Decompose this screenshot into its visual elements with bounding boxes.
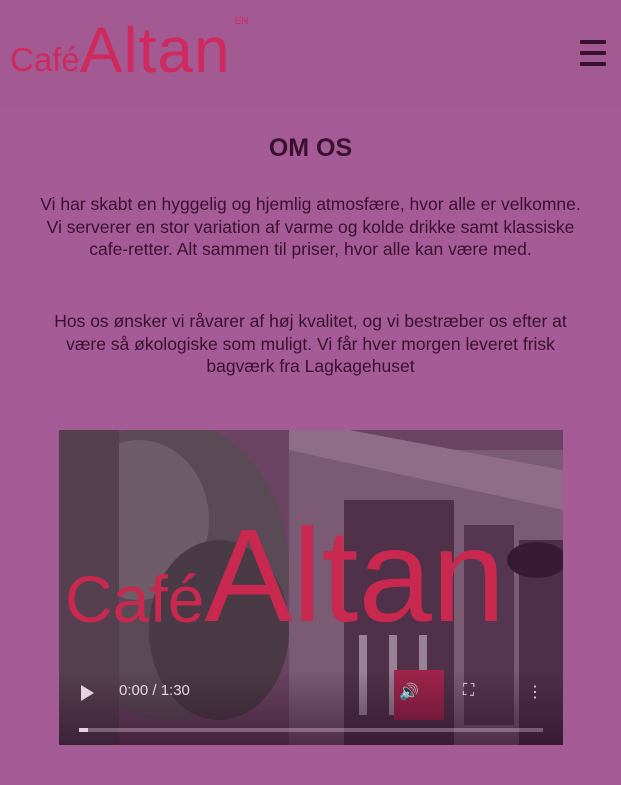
video-logo-name: Altan (204, 502, 506, 649)
hamburger-menu-icon[interactable] (580, 40, 606, 66)
more-options-icon[interactable]: ⋮ (527, 682, 543, 702)
cafe-altan-logo[interactable]: Café Altan EN (10, 12, 249, 82)
video-controls: 0:00 / 1:30 🔊 ⛶ ⋮ (59, 670, 563, 745)
video-progress-fill (79, 728, 89, 732)
video-progress-bar[interactable] (79, 728, 543, 732)
video-logo-overlay: Café Altan (65, 510, 505, 642)
video-time: 0:00 / 1:30 (119, 682, 190, 699)
menu-bar (580, 40, 606, 44)
fullscreen-icon[interactable]: ⛶ (463, 682, 474, 700)
menu-bar (580, 51, 606, 55)
video-player[interactable]: Café Altan 0:00 / 1:30 🔊 ⛶ ⋮ (59, 430, 563, 745)
menu-bar (580, 62, 606, 66)
play-icon[interactable] (81, 685, 94, 701)
about-paragraph-1: Vi har skabt en hyggelig og hjemlig atmo… (40, 194, 581, 259)
site-header: Café Altan EN (0, 0, 621, 106)
page-title: OM OS (268, 134, 353, 162)
logo-name: Altan (79, 14, 231, 86)
logo-prefix: Café (10, 41, 80, 78)
video-logo-prefix: Café (65, 562, 205, 636)
about-paragraph-2: Hos os ønsker vi råvarer af høj kvalitet… (54, 311, 567, 376)
language-switch-link[interactable]: EN (235, 16, 249, 27)
volume-icon[interactable]: 🔊 (399, 682, 419, 702)
